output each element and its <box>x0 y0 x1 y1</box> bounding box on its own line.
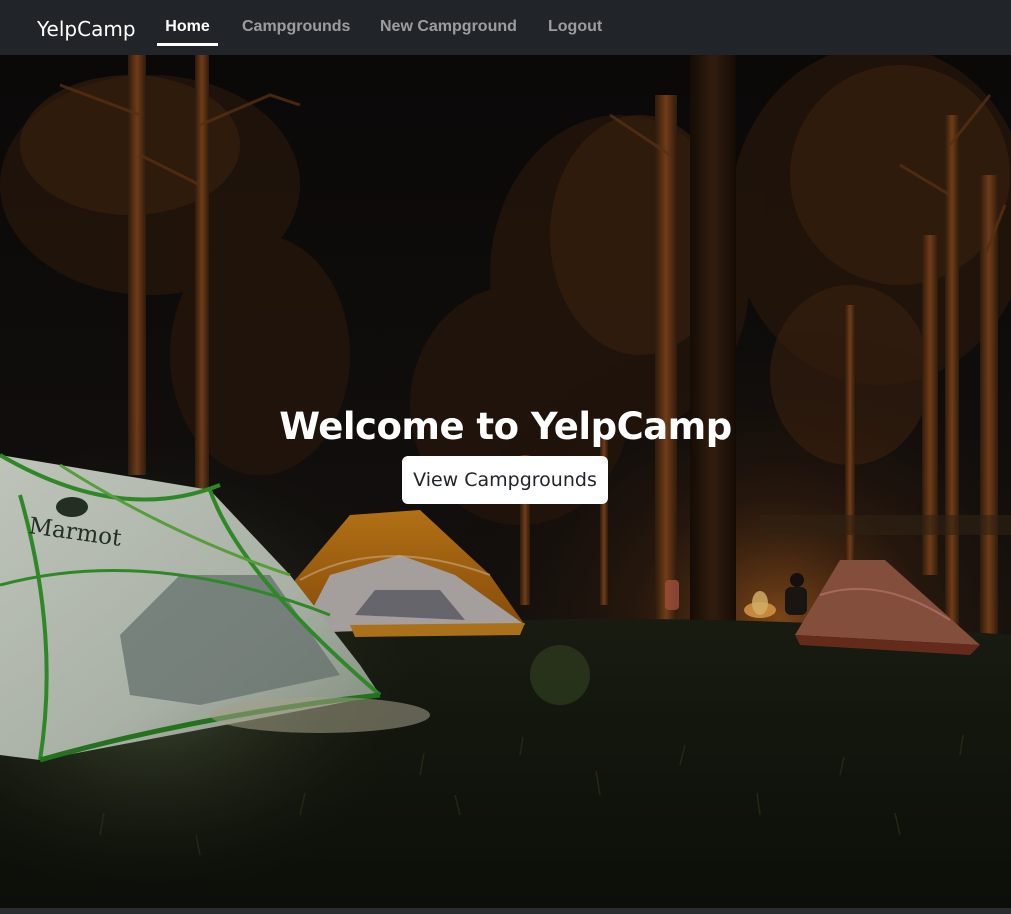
view-campgrounds-button[interactable]: View Campgrounds <box>402 456 608 504</box>
navbar: YelpCamp Home Campgrounds New Campground… <box>0 0 1011 55</box>
nav-link-home[interactable]: Home <box>157 17 218 46</box>
page: YelpCamp Home Campgrounds New Campground… <box>0 0 1011 914</box>
footer-strip <box>0 908 1011 914</box>
nav-link-new-campground[interactable]: New Campground <box>380 17 517 43</box>
nav-link-logout[interactable]: Logout <box>548 17 602 43</box>
hero-title: Welcome to YelpCamp <box>279 405 732 448</box>
nav-link-campgrounds[interactable]: Campgrounds <box>242 17 350 43</box>
brand-logo[interactable]: YelpCamp <box>37 17 136 41</box>
